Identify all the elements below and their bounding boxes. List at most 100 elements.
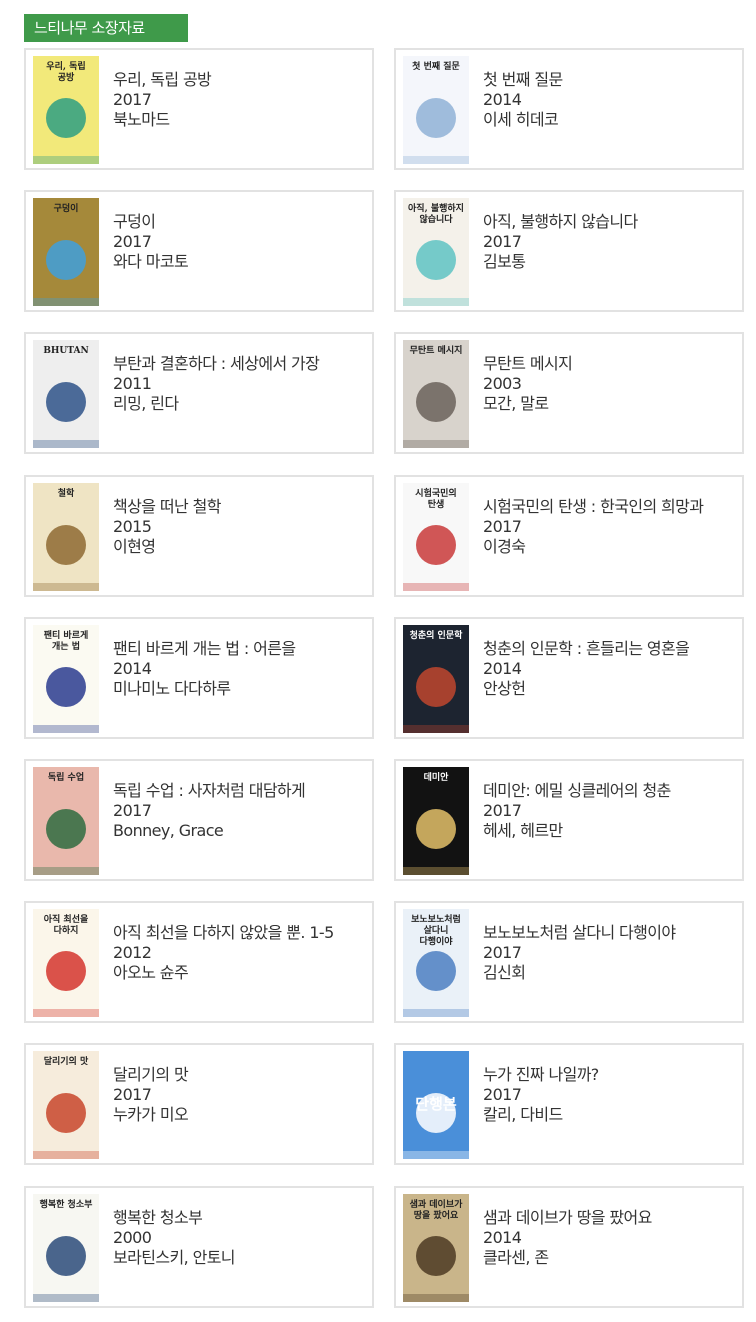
book-title[interactable]: 무탄트 메시지 [483,354,738,374]
book-year: 2017 [113,90,152,109]
book-title[interactable]: 보노보노처럼 살다니 다행이야 [483,923,738,943]
book-cover-image[interactable]: 아직 최선을 다하지 [33,909,99,1017]
book-card[interactable]: 아직, 불행하지 않습니다 아직, 불행하지 않습니다 2017 김보통 [394,190,744,312]
book-cover-image[interactable]: 달리기의 맛 [33,1051,99,1159]
book-card[interactable]: 청춘의 인문학청춘의 인문학 : 흔들리는 영혼을 2014 안상헌 [394,617,744,739]
book-author: 칼리, 다비드 [483,1105,563,1124]
book-year: 2000 [113,1228,152,1247]
book-cover-image[interactable]: 독립 수업 [33,767,99,875]
book-title[interactable]: 독립 수업 : 사자처럼 대담하게 [113,781,368,801]
book-year: 2015 [113,517,152,536]
book-year: 2017 [483,232,522,251]
book-card[interactable]: 아직 최선을 다하지 아직 최선을 다하지 않았을 뿐. 1-5 2012 아오노 슌… [24,901,374,1023]
book-author: 안상헌 [483,679,526,698]
book-title[interactable]: 행복한 청소부 [113,1208,368,1228]
book-title[interactable]: 달리기의 맛 [113,1065,368,1085]
book-cover-image[interactable]: 철학 [33,483,99,591]
book-author: 모간, 말로 [483,394,549,413]
book-info: 청춘의 인문학 : 흔들리는 영혼을 2014 안상헌 [483,639,738,699]
book-card[interactable]: 구덩이 구덩이 2017 와다 마코토 [24,190,374,312]
book-title[interactable]: 첫 번째 질문 [483,70,738,90]
book-cover-title: 아직, 불행하지 않습니다 [408,204,464,225]
book-year: 2017 [113,232,152,251]
book-year: 2012 [113,943,152,962]
book-cover-title: 행복한 청소부 [39,1200,93,1210]
book-card[interactable]: 보노보노처럼 살다니 다행이야 보노보노처럼 살다니 다행이야 2017 김신회 [394,901,744,1023]
book-card[interactable]: 우리, 독립 공방 우리, 독립 공방 2017 북노마드 [24,48,374,170]
book-info: 아직, 불행하지 않습니다 2017 김보통 [483,212,738,272]
book-cover-image[interactable]: 보노보노처럼 살다니 다행이야 [403,909,469,1017]
book-cover-image[interactable]: 청춘의 인문학 [403,625,469,733]
book-info: 시험국민의 탄생 : 한국인의 희망과 2017 이경숙 [483,497,738,557]
book-title[interactable]: 시험국민의 탄생 : 한국인의 희망과 [483,497,738,517]
book-info: 아직 최선을 다하지 않았을 뿐. 1-5 2012 아오노 슌주 [113,923,368,983]
book-author: 미나미노 다다하루 [113,679,231,698]
book-cover-image[interactable]: 아직, 불행하지 않습니다 [403,198,469,306]
book-cover-image[interactable]: 무탄트 메시지 [403,340,469,448]
book-cover-title: 청춘의 인문학 [409,631,463,641]
book-cover-title: 보노보노처럼 살다니 다행이야 [411,915,461,947]
book-cover-title: 시험국민의 탄생 [415,489,457,510]
book-title[interactable]: 청춘의 인문학 : 흔들리는 영혼을 [483,639,738,659]
book-cover-image[interactable]: BHUTAN [33,340,99,448]
book-card[interactable]: 첫 번째 질문 첫 번째 질문 2014 이세 히데코 [394,48,744,170]
book-card[interactable]: 독립 수업 독립 수업 : 사자처럼 대담하게 2017 Bonney, Grace [24,759,374,881]
book-title[interactable]: 팬티 바르게 개는 법 : 어른을 [113,639,368,659]
book-cover-image[interactable]: 행복한 청소부 [33,1194,99,1302]
book-cover-image[interactable]: 데미안 [403,767,469,875]
book-info: 달리기의 맛 2017 누카가 미오 [113,1065,368,1125]
book-author: 클라센, 존 [483,1248,549,1267]
book-info: 샘과 데이브가 땅을 팠어요 2014 클라센, 존 [483,1208,738,1268]
book-info: 무탄트 메시지 2003 모간, 말로 [483,354,738,414]
book-cover-title: 구덩이 [53,204,79,214]
book-cover-title: BHUTAN [43,346,89,356]
book-author: 이세 히데코 [483,110,559,129]
book-author: 김보통 [483,252,526,271]
book-cover-image[interactable]: 우리, 독립 공방 [33,56,99,164]
book-info: 누가 진짜 나일까? 2017 칼리, 다비드 [483,1065,738,1125]
book-year: 2017 [113,801,152,820]
book-card[interactable]: 팬티 바르게 개는 법 팬티 바르게 개는 법 : 어른을 2014 미나미노 다다하… [24,617,374,739]
book-title[interactable]: 부탄과 결혼하다 : 세상에서 가장 [113,354,368,374]
book-info: 우리, 독립 공방 2017 북노마드 [113,70,368,130]
book-cover-image[interactable]: 팬티 바르게 개는 법 [33,625,99,733]
book-cover-image[interactable]: 샘과 데이브가 땅을 팠어요 [403,1194,469,1302]
book-info: 보노보노처럼 살다니 다행이야 2017 김신회 [483,923,738,983]
book-cover-title: 샘과 데이브가 땅을 팠어요 [409,1200,463,1221]
book-card[interactable]: 데미안 데미안: 에밀 싱클레어의 청춘 2017 헤세, 헤르만 [394,759,744,881]
book-year: 2017 [483,801,522,820]
book-info: 행복한 청소부 2000 보라틴스키, 안토니 [113,1208,368,1268]
book-card[interactable]: 샘과 데이브가 땅을 팠어요 샘과 데이브가 땅을 팠어요 2014 클라센, 존 [394,1186,744,1308]
book-card[interactable]: 무탄트 메시지 무탄트 메시지 2003 모간, 말로 [394,332,744,454]
book-cover-image[interactable]: 단행본 [403,1051,469,1159]
book-cover-image[interactable]: 구덩이 [33,198,99,306]
book-title[interactable]: 데미안: 에밀 싱클레어의 청춘 [483,781,738,801]
book-card[interactable]: 철학 책상을 떠난 철학 2015 이현영 [24,475,374,597]
book-year: 2003 [483,374,522,393]
book-year: 2014 [483,1228,522,1247]
book-title[interactable]: 책상을 떠난 철학 [113,497,368,517]
book-cover-title: 첫 번째 질문 [412,62,460,72]
book-author: 아오노 슌주 [113,963,189,982]
book-title[interactable]: 아직 최선을 다하지 않았을 뿐. 1-5 [113,923,368,943]
book-author: 리밍, 린다 [113,394,179,413]
book-year: 2014 [483,90,522,109]
book-cover-image[interactable]: 첫 번째 질문 [403,56,469,164]
book-title[interactable]: 샘과 데이브가 땅을 팠어요 [483,1208,738,1228]
book-title[interactable]: 누가 진짜 나일까? [483,1065,738,1085]
book-author: 와다 마코토 [113,252,189,271]
book-year: 2017 [113,1085,152,1104]
book-title[interactable]: 구덩이 [113,212,368,232]
book-card[interactable]: 단행본 누가 진짜 나일까? 2017 칼리, 다비드 [394,1043,744,1165]
book-title[interactable]: 아직, 불행하지 않습니다 [483,212,738,232]
book-cover-image[interactable]: 시험국민의 탄생 [403,483,469,591]
book-card[interactable]: BHUTAN 부탄과 결혼하다 : 세상에서 가장 2011 리밍, 린다 [24,332,374,454]
book-year: 2011 [113,374,152,393]
book-cover-title: 무탄트 메시지 [409,346,463,356]
book-info: 독립 수업 : 사자처럼 대담하게 2017 Bonney, Grace [113,781,368,841]
book-card[interactable]: 시험국민의 탄생 시험국민의 탄생 : 한국인의 희망과 2017 이경숙 [394,475,744,597]
book-card[interactable]: 달리기의 맛 달리기의 맛 2017 누카가 미오 [24,1043,374,1165]
book-info: 구덩이 2017 와다 마코토 [113,212,368,272]
book-card[interactable]: 행복한 청소부 행복한 청소부 2000 보라틴스키, 안토니 [24,1186,374,1308]
book-title[interactable]: 우리, 독립 공방 [113,70,368,90]
